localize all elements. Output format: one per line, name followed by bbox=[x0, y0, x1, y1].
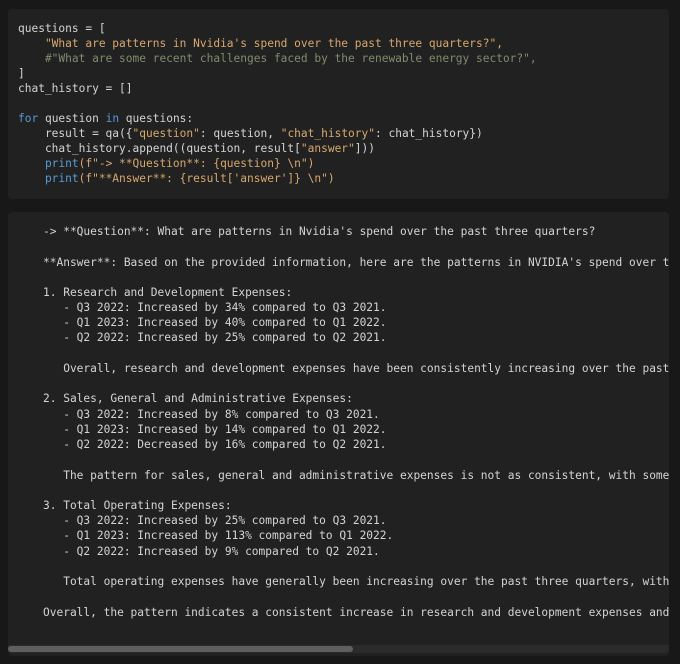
code-line: for question in questions: bbox=[18, 112, 194, 125]
code-line: questions = [ bbox=[18, 22, 106, 35]
output-line: 1. Research and Development Expenses: bbox=[43, 286, 293, 299]
output-cell: -> **Question**: What are patterns in Nv… bbox=[8, 212, 669, 656]
output-line: Overall, the pattern indicates a consist… bbox=[43, 606, 669, 619]
output-line: - Q1 2023: Increased by 14% compared to … bbox=[43, 423, 387, 436]
code-line: print(f"-> **Question**: {question} \n") bbox=[18, 157, 315, 170]
code-line: print(f"**Answer**: {result['answer']} \… bbox=[18, 172, 335, 185]
code-line: #"What are some recent challenges faced … bbox=[18, 52, 537, 65]
output-line: **Answer**: Based on the provided inform… bbox=[43, 256, 669, 269]
code-cell[interactable]: questions = [ "What are patterns in Nvid… bbox=[8, 9, 669, 199]
code-line: result = qa({"question": question, "chat… bbox=[18, 127, 483, 140]
output-line: - Q2 2022: Decreased by 16% compared to … bbox=[43, 438, 387, 451]
output-line: Overall, research and development expens… bbox=[63, 362, 669, 375]
horizontal-scrollbar[interactable] bbox=[8, 645, 669, 653]
output-line: Total operating expenses have generally … bbox=[63, 575, 669, 588]
output-line: - Q3 2022: Increased by 25% compared to … bbox=[43, 514, 387, 527]
output-line: -> **Question**: What are patterns in Nv… bbox=[43, 225, 596, 238]
output-line: - Q3 2022: Increased by 8% compared to Q… bbox=[43, 408, 380, 421]
output-line: - Q2 2022: Increased by 9% compared to Q… bbox=[43, 545, 380, 558]
output-line: The pattern for sales, general and admin… bbox=[63, 469, 669, 482]
output-line: - Q3 2022: Increased by 34% compared to … bbox=[43, 301, 387, 314]
code-line: ] bbox=[18, 67, 25, 80]
code-line: "What are patterns in Nvidia's spend ove… bbox=[18, 37, 503, 50]
output-line: 3. Total Operating Expenses: bbox=[43, 499, 232, 512]
code-line: chat_history.append((question, result["a… bbox=[18, 142, 375, 155]
output-line: 2. Sales, General and Administrative Exp… bbox=[43, 392, 353, 405]
output-line: - Q2 2022: Increased by 25% compared to … bbox=[43, 331, 387, 344]
output-line: - Q1 2023: Increased by 113% compared to… bbox=[43, 529, 394, 542]
output-line: - Q1 2023: Increased by 40% compared to … bbox=[43, 316, 387, 329]
scrollbar-thumb[interactable] bbox=[8, 646, 353, 652]
code-line: chat_history = [] bbox=[18, 82, 133, 95]
